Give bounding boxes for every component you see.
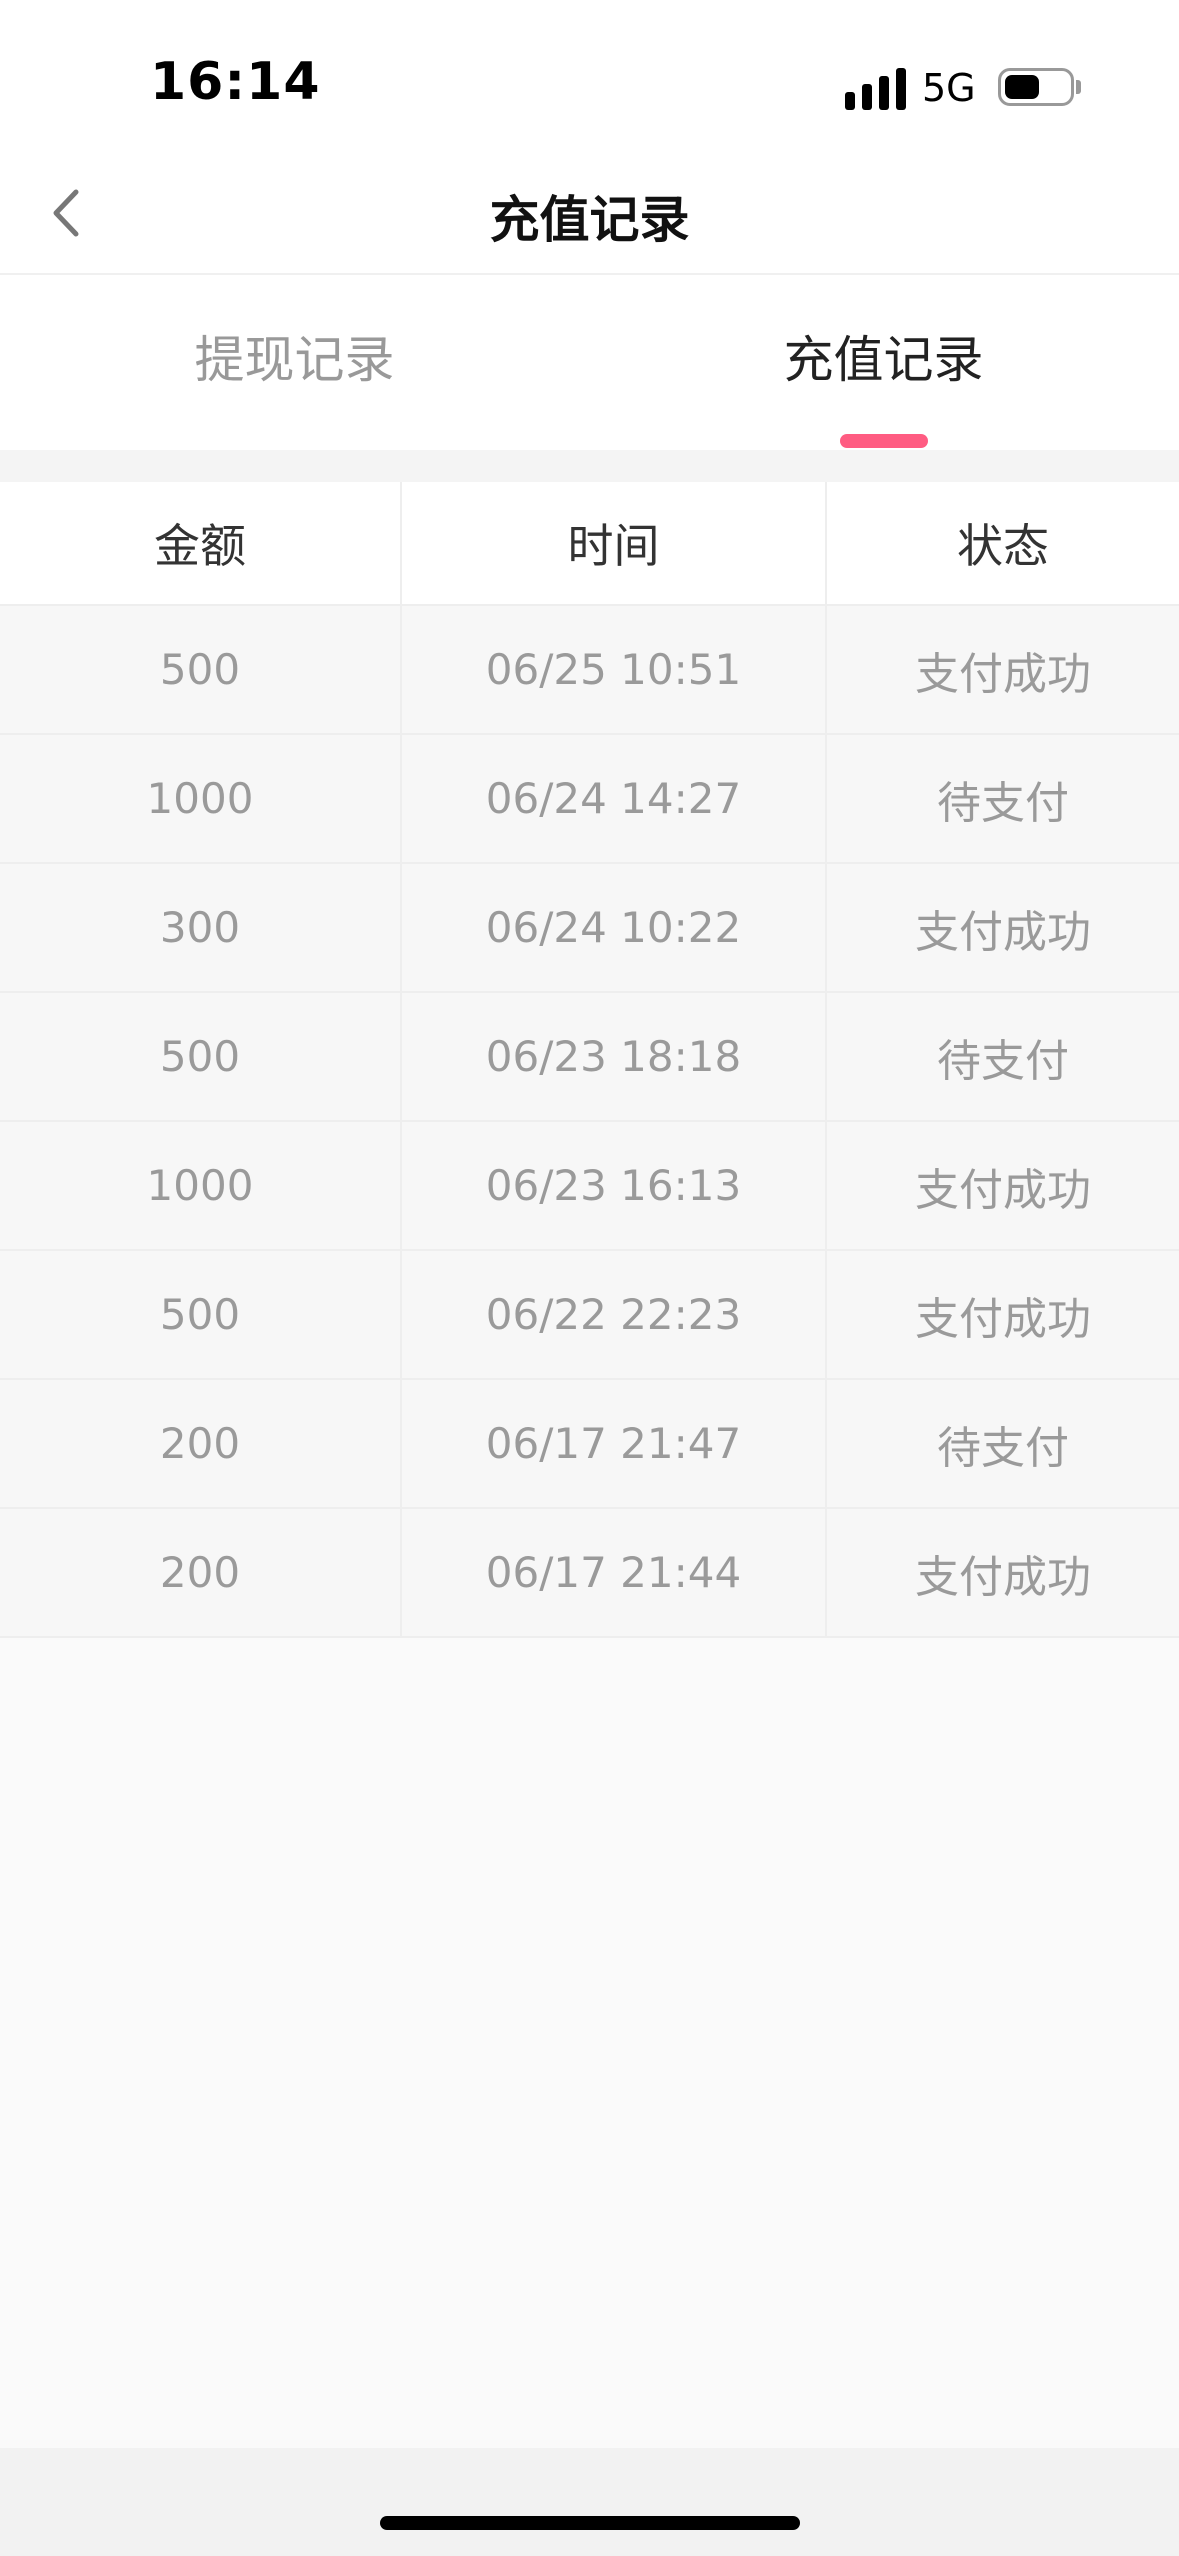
section-divider: [0, 450, 1179, 482]
amount-cell: 1000: [0, 735, 402, 862]
status-cell: 待支付: [937, 777, 1069, 829]
network-type: 5G: [922, 66, 976, 110]
status-time: 16:14: [150, 52, 321, 112]
active-tab-indicator: [840, 434, 928, 448]
status-cell: 支付成功: [915, 906, 1091, 958]
nav-bar: 充值记录: [0, 150, 1179, 275]
amount-cell: 500: [0, 993, 402, 1120]
status-cell: 待支付: [937, 1422, 1069, 1474]
status-cell: 待支付: [937, 1035, 1069, 1087]
time-cell: 06/17 21:44: [402, 1509, 827, 1636]
amount-cell: 200: [0, 1380, 402, 1507]
time-cell: 06/17 21:47: [402, 1380, 827, 1507]
status-cell: 支付成功: [915, 1164, 1091, 1216]
time-cell: 06/24 10:22: [402, 864, 827, 991]
time-cell: 06/23 16:13: [402, 1122, 827, 1249]
amount-cell: 300: [0, 864, 402, 991]
amount-cell: 200: [0, 1509, 402, 1636]
table-row: 1000 06/24 14:27 待支付: [0, 735, 1179, 864]
battery-level: [1005, 75, 1039, 99]
battery-icon: [998, 68, 1074, 106]
tab-withdraw-records[interactable]: 提现记录: [0, 320, 589, 392]
time-cell: 06/25 10:51: [402, 606, 827, 733]
table-row: 200 06/17 21:44 支付成功: [0, 1509, 1179, 1638]
signal-icon: [845, 66, 907, 110]
status-bar: 16:14 5G: [0, 0, 1179, 150]
status-cell: 支付成功: [915, 1551, 1091, 1603]
column-header-status: 状态: [957, 519, 1049, 573]
table-header-row: 金额 时间 状态: [0, 482, 1179, 606]
tab-bar: 提现记录 充值记录: [0, 275, 1179, 450]
column-header-time: 时间: [402, 482, 827, 604]
amount-cell: 500: [0, 606, 402, 733]
home-indicator[interactable]: [380, 2516, 800, 2530]
status-cell: 支付成功: [915, 648, 1091, 700]
amount-cell: 1000: [0, 1122, 402, 1249]
table-row: 200 06/17 21:47 待支付: [0, 1380, 1179, 1509]
column-header-amount: 金额: [0, 482, 402, 604]
bottom-safe-area: [0, 2448, 1179, 2556]
time-cell: 06/23 18:18: [402, 993, 827, 1120]
table-row: 500 06/23 18:18 待支付: [0, 993, 1179, 1122]
battery-cap: [1076, 80, 1081, 94]
table-row: 300 06/24 10:22 支付成功: [0, 864, 1179, 993]
table-row: 500 06/25 10:51 支付成功: [0, 606, 1179, 735]
status-cell: 支付成功: [915, 1293, 1091, 1345]
table-row: 500 06/22 22:23 支付成功: [0, 1251, 1179, 1380]
page-title: 充值记录: [489, 191, 690, 249]
tab-recharge-records[interactable]: 充值记录: [589, 320, 1178, 392]
time-cell: 06/22 22:23: [402, 1251, 827, 1378]
records-table: 金额 时间 状态 500 06/25 10:51 支付成功 1000 06/24…: [0, 482, 1179, 1638]
time-cell: 06/24 14:27: [402, 735, 827, 862]
table-row: 1000 06/23 16:13 支付成功: [0, 1122, 1179, 1251]
amount-cell: 500: [0, 1251, 402, 1378]
